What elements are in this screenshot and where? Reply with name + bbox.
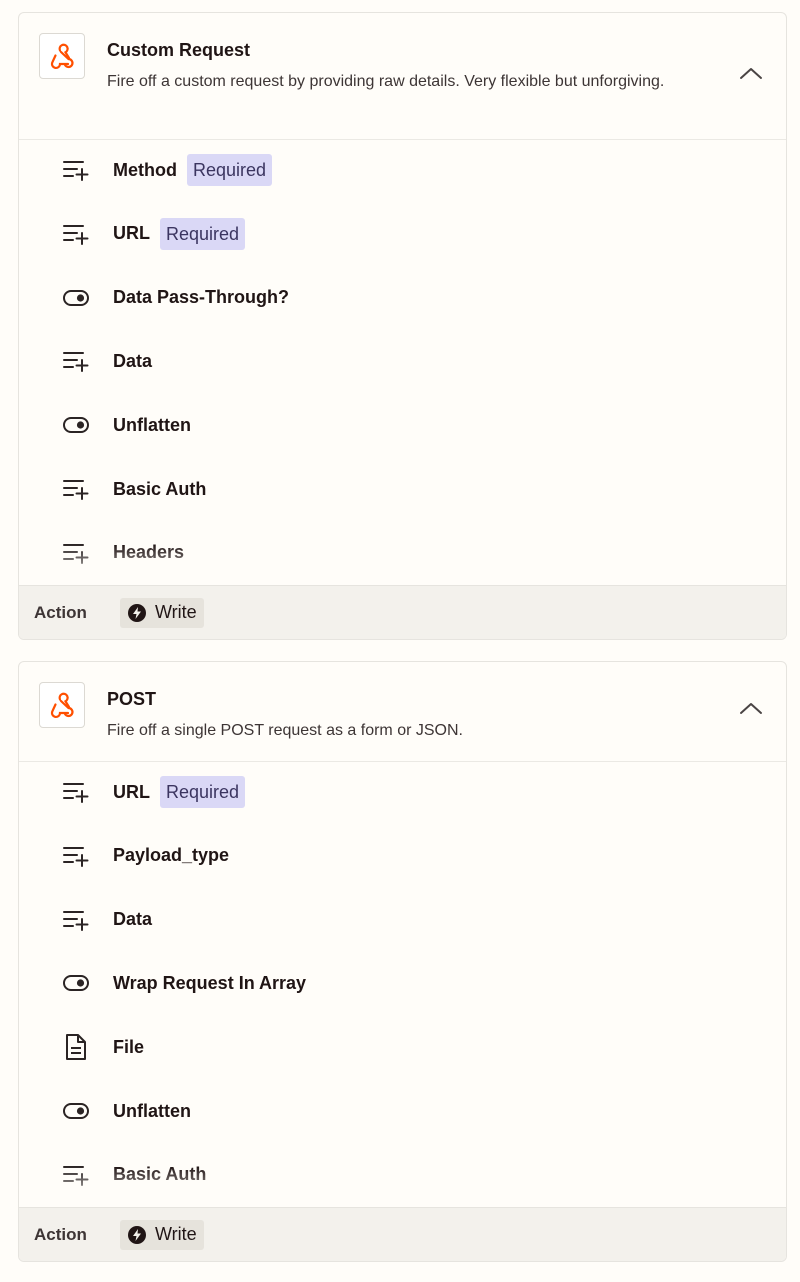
step-type-label: Action	[34, 1224, 87, 1244]
step-type-label: Action	[34, 602, 87, 622]
field-row-url[interactable]: URL Required	[61, 774, 246, 810]
field-name: Data	[113, 350, 153, 371]
field-name: Wrap Request In Array	[113, 972, 307, 993]
field-list: URL Required Payload_type Data Wrap Request …	[19, 762, 786, 1206]
action-card-post: POST Fire off a single POST request as a…	[18, 661, 787, 1262]
field-row-url[interactable]: URL Required	[61, 216, 246, 252]
card-description: Fire off a single POST request as a form…	[107, 722, 463, 739]
field-row-headers[interactable]: Headers	[61, 535, 184, 571]
card-footer: Action Write	[19, 585, 786, 639]
collapse-button[interactable]	[734, 58, 768, 88]
field-row-basic-auth[interactable]: Basic Auth	[61, 471, 206, 507]
action-card-custom-request: Custom Request Fire off a custom request…	[18, 12, 787, 640]
card-header: POST Fire off a single POST request as a…	[19, 662, 786, 762]
text-field-plus-icon	[61, 346, 91, 376]
field-name: Unflatten	[113, 1100, 191, 1121]
text-field-plus-icon	[61, 219, 91, 249]
card-description: Fire off a custom request by providing r…	[107, 73, 665, 90]
chevron-up-icon	[740, 703, 762, 714]
toggle-icon	[61, 283, 91, 313]
field-name: Basic Auth	[113, 478, 207, 499]
field-row-basic-auth[interactable]: Basic Auth	[61, 1157, 206, 1193]
field-name: Headers	[113, 542, 185, 563]
field-name: File	[113, 1036, 145, 1057]
field-row-unflatten[interactable]: Unflatten	[61, 1093, 191, 1129]
required-badge: Required	[186, 154, 273, 186]
file-icon	[61, 1032, 91, 1062]
field-name: URL	[113, 223, 150, 244]
card-title: Custom Request	[107, 40, 251, 60]
text-field-plus-icon	[61, 155, 91, 185]
field-name: Unflatten	[113, 414, 191, 435]
action-type-text: Write	[155, 1224, 197, 1244]
toggle-icon	[61, 968, 91, 998]
field-list: Method Required URL Required Data Pass-Throu…	[19, 140, 786, 584]
text-field-plus-icon	[61, 841, 91, 871]
webhook-app-icon	[39, 33, 85, 79]
text-field-plus-icon	[61, 1160, 91, 1190]
action-type-text: Write	[155, 602, 197, 622]
required-badge: Required	[160, 217, 246, 250]
lightning-bolt-icon	[127, 1225, 147, 1245]
lightning-bolt-icon	[127, 603, 147, 623]
collapse-button[interactable]	[734, 693, 768, 723]
action-type-badge: Write	[120, 1219, 204, 1250]
field-name: Method	[113, 159, 177, 180]
action-type-badge: Write	[120, 597, 204, 628]
toggle-icon	[61, 1096, 91, 1126]
field-name: Payload_type	[113, 845, 230, 866]
field-row-payload-type[interactable]: Payload_type	[61, 838, 229, 874]
text-field-plus-icon	[61, 905, 91, 935]
field-row-method[interactable]: Method Required	[61, 152, 273, 188]
field-row-file[interactable]: File	[61, 1029, 144, 1065]
field-row-data-pass-through[interactable]: Data Pass-Through?	[61, 280, 289, 316]
required-badge: Required	[160, 776, 246, 808]
field-name: URL	[113, 781, 150, 802]
card-header: Custom Request Fire off a custom request…	[19, 13, 786, 140]
text-field-plus-icon	[61, 474, 91, 504]
field-name: Data	[113, 909, 153, 930]
field-row-wrap-request-in-array[interactable]: Wrap Request In Array	[61, 965, 306, 1001]
field-name: Basic Auth	[113, 1164, 207, 1185]
webhook-app-icon	[39, 682, 85, 728]
text-field-plus-icon	[61, 538, 91, 568]
field-name: Data Pass-Through?	[113, 287, 290, 308]
card-title: POST	[107, 689, 157, 709]
text-field-plus-icon	[61, 777, 91, 807]
toggle-icon	[61, 410, 91, 440]
field-row-data[interactable]: Data	[61, 902, 152, 938]
card-footer: Action Write	[19, 1207, 786, 1261]
field-row-data[interactable]: Data	[61, 343, 152, 379]
field-row-unflatten[interactable]: Unflatten	[61, 407, 191, 443]
chevron-up-icon	[740, 68, 762, 79]
